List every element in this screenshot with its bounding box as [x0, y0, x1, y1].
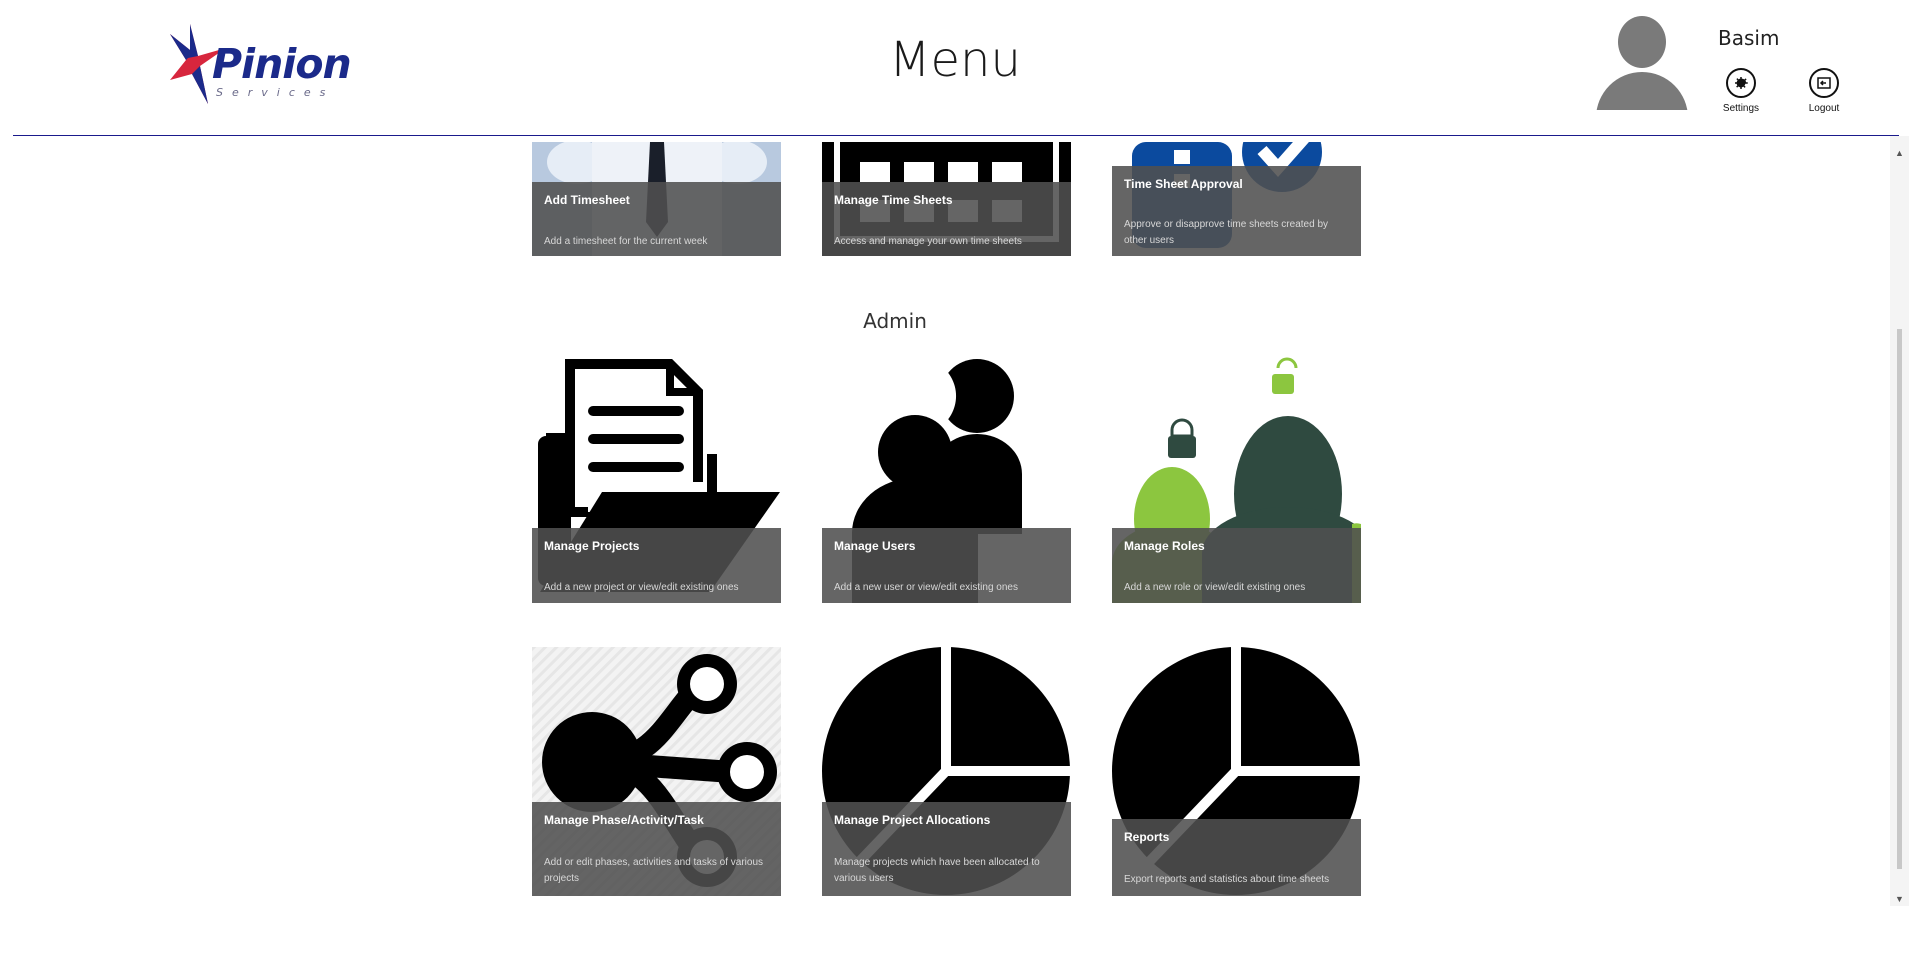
tile-add-timesheet[interactable]: Add Timesheet Add a timesheet for the cu…: [532, 142, 781, 256]
tile-title: Manage Users: [834, 539, 916, 553]
tile-title: Manage Time Sheets: [834, 193, 953, 207]
tile-title: Time Sheet Approval: [1124, 177, 1243, 191]
menu-content[interactable]: Add Timesheet Add a timesheet for the cu…: [0, 136, 1890, 961]
vertical-scrollbar[interactable]: ▲ ▼: [1890, 136, 1909, 906]
username: Basim: [1718, 26, 1780, 50]
tile-manage-roles[interactable]: Manage Roles Add a new role or view/edit…: [1112, 354, 1361, 603]
tile-title: Manage Projects: [544, 539, 640, 553]
scroll-down-icon[interactable]: ▼: [1895, 894, 1904, 904]
tile-title: Reports: [1124, 830, 1170, 844]
logout-icon: [1809, 68, 1839, 98]
tile-title: Manage Phase/Activity/Task: [544, 813, 704, 827]
settings-button[interactable]: Settings: [1709, 68, 1773, 114]
tile-manage-users[interactable]: Manage Users Add a new user or view/edit…: [822, 354, 1071, 603]
logo-subtext: Services: [216, 86, 335, 99]
tile-title: Add Timesheet: [544, 193, 630, 207]
app-header: Pinion Services Menu Basim Settings Logo…: [0, 0, 1909, 136]
tile-manage-time-sheets[interactable]: Manage Time Sheets Access and manage you…: [822, 142, 1071, 256]
page-title: Menu: [889, 32, 1021, 88]
tile-desc: Manage projects which have been allocate…: [834, 857, 1040, 884]
tile-desc: Access and manage your own time sheets: [834, 236, 1022, 247]
scroll-up-icon[interactable]: ▲: [1895, 148, 1904, 158]
tile-desc: Approve or disapprove time sheets create…: [1124, 219, 1328, 246]
tile-desc: Add a new role or view/edit existing one…: [1124, 582, 1306, 593]
tile-manage-project-allocations[interactable]: Manage Project Allocations Manage projec…: [822, 647, 1071, 896]
header-divider: [13, 135, 1899, 136]
tile-reports[interactable]: Reports Export reports and statistics ab…: [1112, 647, 1361, 896]
section-title-admin: Admin: [863, 309, 927, 333]
logout-button[interactable]: Logout: [1792, 68, 1856, 114]
tile-desc: Export reports and statistics about time…: [1124, 874, 1330, 885]
tile-desc: Add a new user or view/edit existing one…: [834, 582, 1018, 593]
tile-desc: Add or edit phases, activities and tasks…: [544, 857, 764, 884]
tile-manage-projects[interactable]: Manage Projects Add a new project or vie…: [532, 354, 781, 603]
scrollbar-thumb[interactable]: [1897, 329, 1902, 869]
tile-time-sheet-approval[interactable]: Time Sheet Approval Approve or disapprov…: [1112, 142, 1361, 256]
tile-desc: Add a new project or view/edit existing …: [544, 582, 739, 593]
tile-desc: Add a timesheet for the current week: [544, 236, 708, 247]
gear-icon: [1726, 68, 1756, 98]
tile-title: Manage Roles: [1124, 539, 1205, 553]
avatar: [1596, 14, 1688, 110]
pinion-logo[interactable]: Pinion Services: [168, 20, 352, 106]
logo-text: Pinion: [212, 40, 352, 88]
logout-label: Logout: [1808, 103, 1840, 114]
tile-title: Manage Project Allocations: [834, 813, 991, 827]
tile-manage-phase-activity-task[interactable]: Manage Phase/Activity/Task Add or edit p…: [532, 647, 781, 896]
settings-label: Settings: [1722, 103, 1760, 114]
